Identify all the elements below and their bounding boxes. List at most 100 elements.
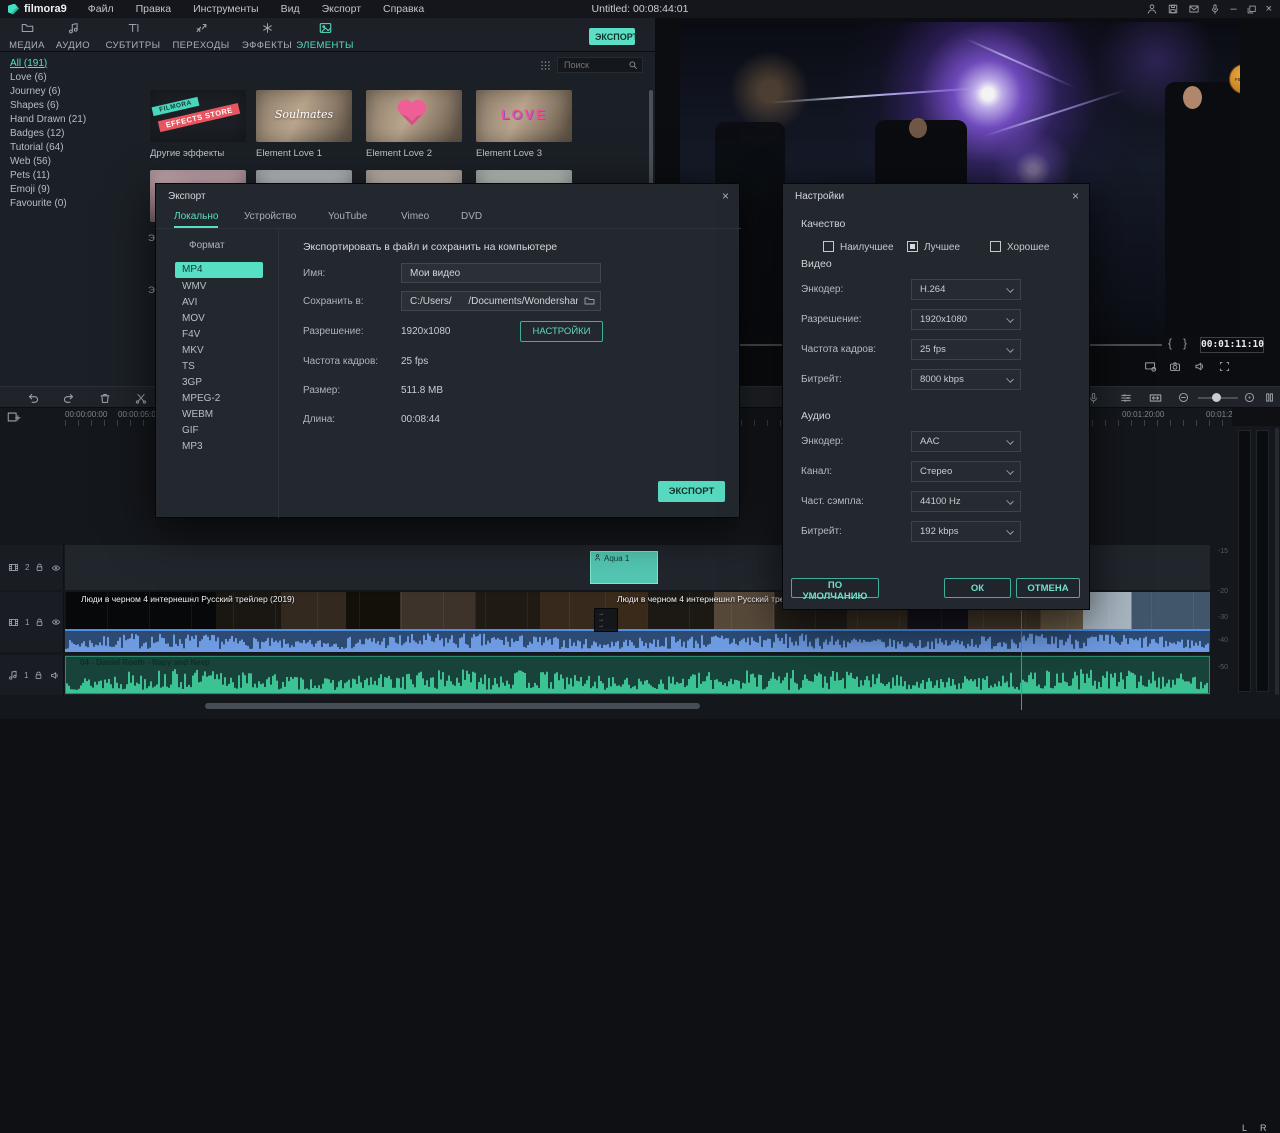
microphone-icon[interactable] bbox=[1209, 3, 1221, 15]
eye-icon[interactable] bbox=[50, 617, 62, 627]
audio-samplerate-select[interactable]: 44100 Hz bbox=[911, 491, 1021, 512]
restore-button[interactable] bbox=[1246, 4, 1257, 15]
format-mp4[interactable]: MP4 bbox=[175, 262, 263, 278]
export-confirm-button[interactable]: ЭКСПОРТ bbox=[658, 481, 725, 502]
close-window-button[interactable]: × bbox=[1266, 0, 1272, 18]
track-header-video2[interactable]: 2 bbox=[0, 545, 64, 590]
undo-icon[interactable] bbox=[26, 391, 40, 405]
quality-better-checkbox[interactable] bbox=[907, 241, 918, 252]
grid-view-icon[interactable] bbox=[540, 60, 551, 71]
quality-best-checkbox[interactable] bbox=[823, 241, 834, 252]
music-clip[interactable]: 04 - Daniel Roeth - Napy and Neep bbox=[65, 656, 1210, 694]
fullscreen-icon[interactable] bbox=[1218, 360, 1231, 373]
tab-subtitles[interactable]: СУБТИТРЫ bbox=[102, 21, 164, 51]
timeline-horizontal-scrollbar[interactable] bbox=[205, 703, 700, 709]
export-tab-local[interactable]: Локально bbox=[174, 211, 218, 228]
category-journey[interactable]: Journey (6) bbox=[0, 84, 140, 98]
format-mp3[interactable]: MP3 bbox=[175, 439, 263, 455]
element-thumb-love3[interactable]: LOVE bbox=[476, 90, 572, 142]
category-web[interactable]: Web (56) bbox=[0, 154, 140, 168]
mark-in-icon[interactable]: { bbox=[1168, 336, 1172, 350]
menu-help[interactable]: Справка bbox=[372, 0, 435, 18]
tab-elements[interactable]: ЭЛЕМЕНТЫ bbox=[294, 21, 356, 51]
category-hand-drawn[interactable]: Hand Drawn (21) bbox=[0, 112, 140, 126]
format-3gp[interactable]: 3GP bbox=[175, 375, 263, 391]
format-ts[interactable]: TS bbox=[175, 359, 263, 375]
lock-icon[interactable] bbox=[34, 562, 45, 573]
timeline-vertical-scrollbar[interactable] bbox=[1275, 428, 1279, 695]
video-framerate-select[interactable]: 25 fps bbox=[911, 339, 1021, 360]
format-mov[interactable]: MOV bbox=[175, 311, 263, 327]
export-tab-dvd[interactable]: DVD bbox=[461, 211, 482, 222]
search-input[interactable] bbox=[558, 60, 628, 70]
audio-channel-select[interactable]: Стерео bbox=[911, 461, 1021, 482]
audio-mixer-icon[interactable] bbox=[1119, 391, 1133, 405]
close-icon[interactable]: × bbox=[722, 189, 729, 203]
save-icon[interactable] bbox=[1167, 3, 1179, 15]
export-name-input[interactable] bbox=[401, 263, 601, 283]
format-wmv[interactable]: WMV bbox=[175, 279, 263, 295]
element-thumb-love2[interactable] bbox=[366, 90, 462, 142]
audio-encoder-select[interactable]: AAC bbox=[911, 431, 1021, 452]
video-bitrate-select[interactable]: 8000 kbps bbox=[911, 369, 1021, 390]
volume-icon[interactable] bbox=[1193, 360, 1207, 373]
title-clip-aqua[interactable]: Aqua 1 bbox=[590, 551, 658, 584]
settings-button[interactable]: НАСТРОЙКИ bbox=[520, 321, 603, 342]
browse-folder-icon[interactable] bbox=[583, 295, 596, 307]
lock-icon[interactable] bbox=[33, 670, 44, 681]
category-pets[interactable]: Pets (11) bbox=[0, 168, 140, 182]
format-avi[interactable]: AVI bbox=[175, 295, 263, 311]
eye-icon[interactable] bbox=[50, 563, 62, 573]
menu-edit[interactable]: Правка bbox=[125, 0, 182, 18]
zoom-fit-icon[interactable] bbox=[1243, 391, 1256, 404]
video-encoder-select[interactable]: H.264 bbox=[911, 279, 1021, 300]
snapshot-icon[interactable] bbox=[1168, 360, 1182, 373]
video-resolution-select[interactable]: 1920x1080 bbox=[911, 309, 1021, 330]
video-clip-1[interactable]: Люди в черном 4 интернешнл Русский трейл… bbox=[65, 592, 605, 629]
menu-export[interactable]: Экспорт bbox=[311, 0, 372, 18]
menu-tools[interactable]: Инструменты bbox=[182, 0, 269, 18]
element-thumb-effects-store[interactable]: FILMORA EFFECTS STORE bbox=[150, 90, 246, 142]
category-tutorial[interactable]: Tutorial (64) bbox=[0, 140, 140, 154]
lock-icon[interactable] bbox=[34, 617, 45, 628]
format-mpeg2[interactable]: MPEG-2 bbox=[175, 391, 263, 407]
fit-timeline-icon[interactable] bbox=[1148, 391, 1163, 405]
close-icon[interactable]: × bbox=[1072, 189, 1079, 203]
audio-bitrate-select[interactable]: 192 kbps bbox=[911, 521, 1021, 542]
redo-icon[interactable] bbox=[62, 391, 76, 405]
tab-audio[interactable]: АУДИО bbox=[48, 21, 98, 51]
category-favourite[interactable]: Favourite (0) bbox=[0, 196, 140, 210]
display-settings-icon[interactable] bbox=[1143, 360, 1158, 373]
category-emoji[interactable]: Emoji (9) bbox=[0, 182, 140, 196]
format-webm[interactable]: WEBM bbox=[175, 407, 263, 423]
format-gif[interactable]: GIF bbox=[175, 423, 263, 439]
speaker-icon[interactable] bbox=[49, 670, 61, 681]
quality-good-checkbox[interactable] bbox=[990, 241, 1001, 252]
category-badges[interactable]: Badges (12) bbox=[0, 126, 140, 140]
format-f4v[interactable]: F4V bbox=[175, 327, 263, 343]
track-header-video1[interactable]: 1 bbox=[0, 592, 64, 652]
tab-transitions[interactable]: ПЕРЕХОДЫ bbox=[168, 21, 234, 51]
search-icon[interactable] bbox=[628, 60, 642, 70]
menu-view[interactable]: Вид bbox=[270, 0, 311, 18]
ok-button[interactable]: ОК bbox=[944, 578, 1011, 598]
category-all[interactable]: All (191) bbox=[0, 56, 140, 70]
double-bars-icon[interactable] bbox=[1263, 391, 1276, 404]
default-button[interactable]: ПО УМОЛЧАНИЮ bbox=[791, 578, 879, 598]
zoom-slider-knob[interactable] bbox=[1212, 393, 1221, 402]
cancel-button[interactable]: ОТМЕНА bbox=[1016, 578, 1080, 598]
category-shapes[interactable]: Shapes (6) bbox=[0, 98, 140, 112]
split-scissors-icon[interactable] bbox=[134, 391, 148, 405]
delete-icon[interactable] bbox=[98, 391, 112, 405]
minimize-button[interactable]: – bbox=[1230, 0, 1236, 18]
video-clip-audio-waveform[interactable] bbox=[65, 629, 1210, 652]
export-button[interactable]: ЭКСПОРТ bbox=[589, 28, 635, 45]
tab-media[interactable]: МЕДИА bbox=[2, 21, 52, 51]
tab-effects[interactable]: ЭФФЕКТЫ bbox=[238, 21, 296, 51]
track-header-audio1[interactable]: 1 bbox=[0, 655, 64, 695]
export-tab-device[interactable]: Устройство bbox=[244, 211, 296, 222]
keyframe-indicator[interactable]: → → → bbox=[594, 608, 618, 632]
mail-icon[interactable] bbox=[1188, 3, 1200, 15]
export-path-input[interactable] bbox=[401, 291, 601, 311]
zoom-out-icon[interactable] bbox=[1177, 391, 1190, 404]
